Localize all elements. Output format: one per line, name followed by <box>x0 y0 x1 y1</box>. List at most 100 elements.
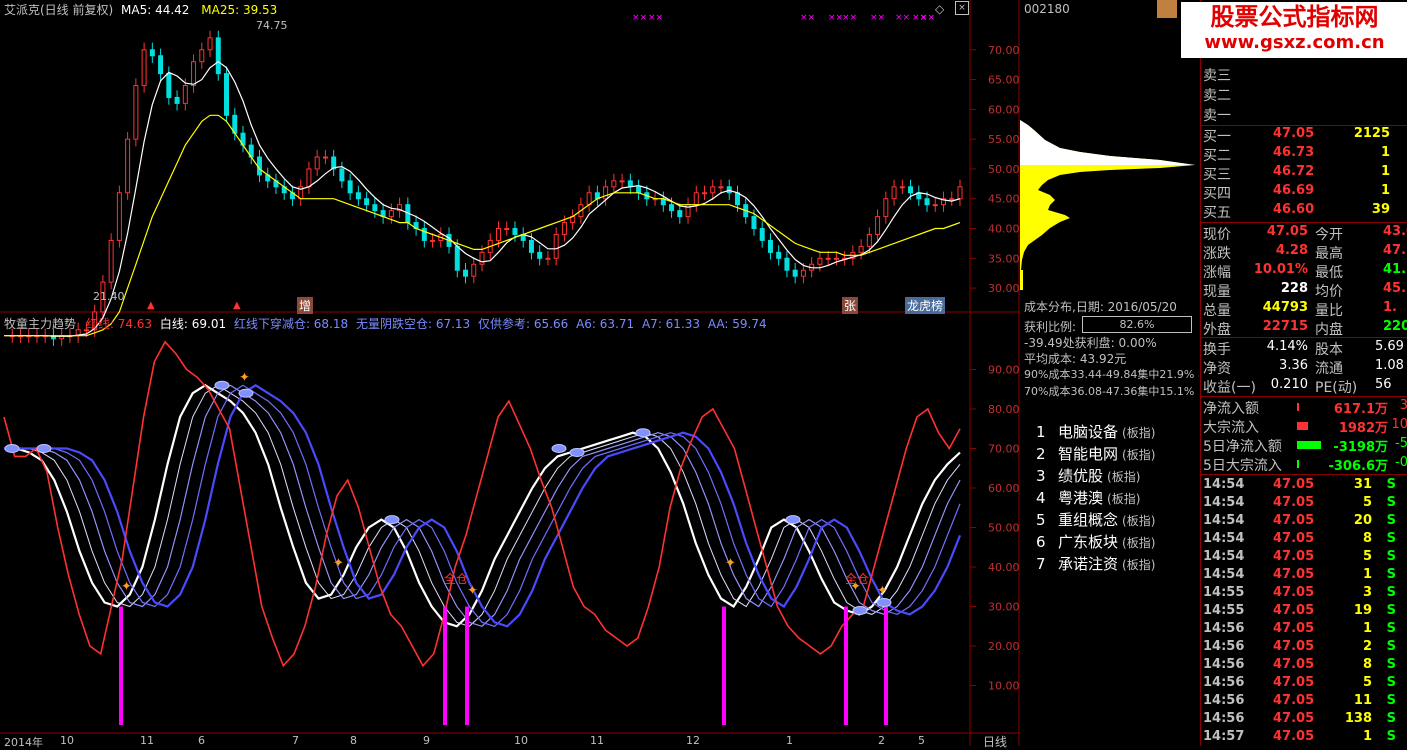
candle-body <box>125 138 131 194</box>
buy-label: 买五 <box>1203 205 1231 221</box>
trade-price: 47.05 <box>1273 675 1315 690</box>
f10-icon[interactable] <box>1157 0 1177 18</box>
date-label: 7 <box>292 734 299 747</box>
candle-body <box>817 257 823 265</box>
buy-volume: 1 <box>1380 164 1390 179</box>
trade-volume: 5 <box>1362 549 1372 564</box>
pulse-marker-icon <box>785 515 801 525</box>
trade-time: 14:56 <box>1203 675 1245 690</box>
date-label: 6 <box>198 734 205 747</box>
chart-area[interactable]: 70.00 65.00 60.00 55.00 50.00 45.00 40.00 35.00… <box>0 0 1020 749</box>
trade-row: 14:54 47.05 31 S <box>1203 477 1407 495</box>
stat-value: 22715 <box>1262 319 1308 334</box>
buy-row[interactable]: 买五 46.60 39 <box>1203 202 1407 221</box>
trade-side: S <box>1386 711 1396 726</box>
fundamental-value: 0.210 <box>1270 377 1308 392</box>
candle-body <box>932 204 938 207</box>
trade-price: 47.05 <box>1273 711 1315 726</box>
trade-row: 14:56 47.05 1 S <box>1203 621 1407 639</box>
buy-row[interactable]: 买二 46.73 1 <box>1203 145 1407 164</box>
trade-volume: 31 <box>1353 477 1372 492</box>
concept-item[interactable]: 6 广东板块 (板指) <box>1036 531 1155 552</box>
period-label[interactable]: 日线 <box>983 733 1007 750</box>
trade-row: 14:55 47.05 3 S <box>1203 585 1407 603</box>
sell-row[interactable]: 卖三 <box>1203 65 1407 84</box>
buy-row[interactable]: 买一 47.05 2125 <box>1203 126 1407 145</box>
date-label: 5 <box>918 734 925 747</box>
stat-row: 外盘 22715 内盘 2207 <box>1203 319 1407 338</box>
flow-bar <box>1297 422 1308 430</box>
concept-item[interactable]: 7 承诺注资 (板指) <box>1036 553 1155 574</box>
trade-side: S <box>1386 549 1396 564</box>
concept-item[interactable]: 4 粤港澳 (板指) <box>1036 487 1140 508</box>
trade-row: 14:54 47.05 1 S <box>1203 567 1407 585</box>
flow-extra: 3 <box>1399 398 1407 413</box>
low-annotation: 21.40 <box>93 290 125 303</box>
trade-time: 14:57 <box>1203 729 1245 744</box>
flow-label: 5日大宗流入 <box>1203 458 1282 474</box>
sell-row[interactable]: 卖二 <box>1203 85 1407 104</box>
candle-body <box>454 245 460 271</box>
date-label: 10 <box>60 734 74 747</box>
stat-label: 内盘 <box>1315 322 1343 338</box>
price-axis-label: 70.00 <box>988 44 1020 57</box>
candle-body <box>174 96 180 104</box>
diamond-icon[interactable]: ◇ <box>935 2 944 16</box>
trade-volume: 11 <box>1353 693 1372 708</box>
trade-time: 14:54 <box>1203 567 1245 582</box>
trade-time: 14:54 <box>1203 513 1245 528</box>
candle-body <box>430 239 436 242</box>
cost-line-1: -39.49处获利盘: 0.00% <box>1024 336 1157 350</box>
trade-price: 47.05 <box>1273 477 1315 492</box>
sell-label: 卖一 <box>1203 108 1231 124</box>
trade-row: 14:56 47.05 5 S <box>1203 675 1407 693</box>
buy-row[interactable]: 买四 46.69 1 <box>1203 183 1407 202</box>
trade-side: S <box>1386 675 1396 690</box>
fundamental-label: 流通 <box>1315 361 1343 377</box>
trade-side: S <box>1386 567 1396 582</box>
concept-item[interactable]: 3 绩优股 (板指) <box>1036 465 1140 486</box>
date-year: 2014年 <box>4 736 43 749</box>
flow-value: -306.6万 <box>1328 459 1388 474</box>
fundamental-label: 收益(一) <box>1203 380 1256 396</box>
runner-icon: ✦ <box>467 584 478 599</box>
fundamental-label: PE(动) <box>1315 380 1358 396</box>
candle-body <box>182 85 188 104</box>
zhang-marker[interactable]: 张 <box>842 297 859 314</box>
fundamental-label: 股本 <box>1315 342 1343 358</box>
trade-side: S <box>1386 639 1396 654</box>
signal-cross-icon: ×× <box>870 13 885 23</box>
close-icon[interactable]: × <box>955 1 969 15</box>
stat-value: 47. <box>1383 243 1407 258</box>
flow-row: 大宗流入 1982万 10 <box>1203 417 1407 436</box>
candle-body <box>767 239 773 253</box>
sell-row[interactable]: 卖一 <box>1203 105 1407 124</box>
candle-body <box>141 49 147 87</box>
pulse-marker-icon <box>852 605 868 615</box>
flow-extra: -5 <box>1395 436 1407 451</box>
flow-bar <box>1297 460 1299 468</box>
indicator-axis-label: 60.00 <box>988 482 1020 495</box>
chart-canvas[interactable]: 70.00 65.00 60.00 55.00 50.00 45.00 40.00 35.00… <box>0 0 1020 746</box>
candle-body <box>792 269 798 277</box>
date-label: 10 <box>514 734 528 747</box>
buy-volume: 1 <box>1380 145 1390 160</box>
concept-item[interactable]: 2 智能电网 (板指) <box>1036 443 1155 464</box>
indicator-name: 牧童主力趋势 <box>4 317 77 331</box>
profit-label: 获利比例: <box>1024 320 1077 334</box>
concept-item[interactable]: 5 重组概念 (板指) <box>1036 509 1155 530</box>
longhu-marker[interactable]: 龙虎榜 <box>905 297 946 314</box>
concept-index: 5 <box>1036 511 1046 529</box>
buy-label: 买四 <box>1203 186 1231 202</box>
trade-price: 47.05 <box>1273 495 1315 510</box>
candle-body <box>372 204 378 212</box>
candle-body <box>421 228 427 241</box>
buy-row[interactable]: 买三 46.72 1 <box>1203 164 1407 183</box>
indicator-a6: A6: 63.71 <box>576 317 635 331</box>
price-chart-header: 艾派克(日线 前复权) MA5: 44.42 MA25: 39.53 <box>4 1 277 18</box>
candle-body <box>734 192 740 206</box>
trade-time: 14:55 <box>1203 585 1245 600</box>
candle-body <box>355 192 361 200</box>
concept-item[interactable]: 1 电脑设备 (板指) <box>1036 421 1155 442</box>
zeng-marker[interactable]: 增 <box>297 297 314 314</box>
